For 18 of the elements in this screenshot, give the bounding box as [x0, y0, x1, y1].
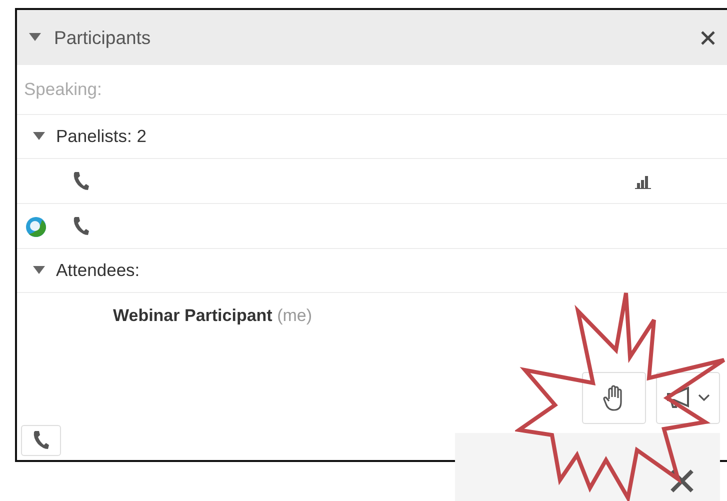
panel-title: Participants — [54, 26, 151, 48]
close-icon[interactable] — [701, 30, 715, 44]
phone-icon — [72, 216, 90, 236]
caret-icon[interactable] — [29, 33, 41, 42]
speaking-label: Speaking: — [24, 79, 102, 100]
caret-icon[interactable] — [33, 132, 45, 141]
close-icon[interactable] — [670, 469, 694, 493]
raise-hand-button[interactable] — [582, 372, 646, 424]
participant-tag: (me) — [277, 306, 312, 325]
hand-icon — [603, 385, 625, 411]
phone-button[interactable] — [21, 424, 61, 456]
chevron-down-icon[interactable] — [698, 394, 710, 402]
participant-name: Webinar Participant — [113, 306, 272, 325]
group-label: Attendees: — [56, 260, 140, 281]
caret-icon[interactable] — [33, 266, 45, 275]
phone-icon — [72, 171, 90, 191]
phone-icon — [32, 430, 50, 450]
group-label: Panelists: 2 — [56, 126, 146, 147]
